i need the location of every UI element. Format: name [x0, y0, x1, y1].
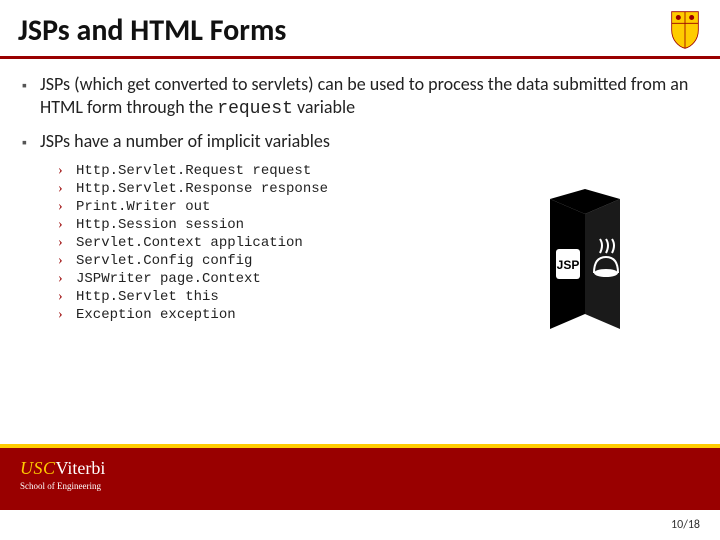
- bullet-marker: ▪: [22, 130, 40, 153]
- code-text: Servlet.Config config: [76, 253, 252, 269]
- bullet-text-pre: JSPs (which get converted to servlets) c…: [40, 73, 688, 118]
- university-shield-icon: [668, 10, 702, 50]
- chevron-icon: ›: [58, 289, 76, 305]
- logo-usc: USC: [20, 458, 56, 478]
- slide-body: ▪ JSPs (which get converted to servlets)…: [0, 59, 720, 323]
- bullet-text: JSPs have a number of implicit variables: [40, 130, 698, 153]
- usc-viterbi-logo: USCViterbi School of Engineering: [20, 458, 105, 491]
- jsp-label: JSP: [557, 258, 580, 272]
- logo-viterbi: Viterbi: [56, 458, 106, 478]
- code-text: Print.Writer out: [76, 199, 210, 215]
- bullet-level1: ▪ JSPs have a number of implicit variabl…: [22, 130, 698, 153]
- chevron-icon: ›: [58, 235, 76, 251]
- code-text: Http.Session session: [76, 217, 244, 233]
- chevron-icon: ›: [58, 181, 76, 197]
- code-text: Exception exception: [76, 307, 236, 323]
- code-text: Http.Servlet this: [76, 289, 219, 305]
- chevron-icon: ›: [58, 217, 76, 233]
- logo-school: School of Engineering: [20, 481, 105, 491]
- list-item: ›Http.Servlet.Request request: [58, 163, 698, 179]
- code-text: Http.Servlet.Request request: [76, 163, 311, 179]
- code-text: Servlet.Context application: [76, 235, 303, 251]
- slide-title: JSPs and HTML Forms: [18, 12, 286, 49]
- footer-band: USCViterbi School of Engineering: [0, 448, 720, 510]
- jsp-logo-icon: JSP: [510, 189, 660, 339]
- slide-header: JSPs and HTML Forms: [0, 0, 720, 56]
- bullet-text-post: variable: [293, 96, 355, 118]
- bullet-text: JSPs (which get converted to servlets) c…: [40, 73, 698, 120]
- bullet-text-pre: JSPs have a number of implicit variables: [40, 130, 330, 152]
- bullet-level1: ▪ JSPs (which get converted to servlets)…: [22, 73, 698, 120]
- chevron-icon: ›: [58, 271, 76, 287]
- bullet-text-code: request: [217, 99, 293, 119]
- chevron-icon: ›: [58, 307, 76, 323]
- code-text: Http.Servlet.Response response: [76, 181, 328, 197]
- chevron-icon: ›: [58, 199, 76, 215]
- page-number: 10/18: [671, 518, 700, 532]
- chevron-icon: ›: [58, 253, 76, 269]
- chevron-icon: ›: [58, 163, 76, 179]
- code-text: JSPWriter page.Context: [76, 271, 261, 287]
- bullet-marker: ▪: [22, 73, 40, 120]
